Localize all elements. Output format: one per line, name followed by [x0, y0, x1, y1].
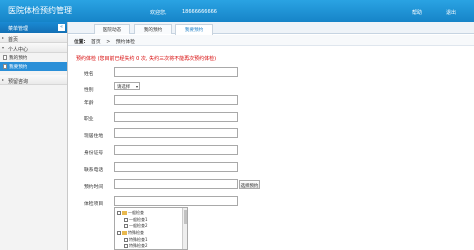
tree-scrollbar[interactable]: [182, 208, 187, 249]
id-number-label: 身份证号: [84, 151, 104, 156]
sidebar-item-label: 我要预约: [9, 65, 28, 70]
sidebar-header: 菜单管理 «: [0, 22, 67, 33]
sidebar-section-personal[interactable]: ▾ 个人中心: [0, 43, 67, 53]
tab-label: 医院动态: [102, 28, 122, 33]
help-link[interactable]: 帮助: [412, 9, 422, 16]
tree-node-label: 一般检查2: [129, 223, 148, 228]
folder-icon: [122, 211, 127, 215]
checkbox-icon[interactable]: [124, 244, 128, 248]
exam-items-tree[interactable]: 一般检查 一般检查1 一般检查2 特殊检查 特殊检查1 特殊检查2: [114, 207, 188, 250]
top-header-bar: 医院体检预约管理 欢迎您, 18666666666 帮助 退出: [0, 0, 474, 22]
chevron-down-icon: ▾: [2, 45, 5, 50]
welcome-text: 欢迎您,: [150, 10, 167, 16]
gender-select[interactable]: 请选择 ▾: [114, 82, 140, 90]
logout-link[interactable]: 退出: [446, 9, 456, 16]
sidebar-section-home[interactable]: ▸ 首页: [0, 33, 67, 43]
contact-label: 联系电话: [84, 168, 104, 173]
tree-node-special-2[interactable]: 特殊检查2: [124, 243, 148, 249]
gender-label: 性别: [84, 88, 94, 93]
app-title: 医院体检预约管理: [8, 6, 72, 15]
missed-appointment-notice: 预约体检 (您目前已经失约 0 次, 失约三次将不能再次预约体检): [76, 56, 217, 62]
tree-node-general[interactable]: 一般检查: [117, 210, 144, 216]
exam-items-label: 体检项目: [84, 202, 104, 207]
sidebar-item-make-appointment[interactable]: 我要预约: [0, 62, 67, 71]
checkbox-icon[interactable]: [117, 211, 121, 215]
document-icon: [3, 55, 7, 60]
address-label: 现居住地: [84, 134, 104, 139]
tree-node-label: 特殊检查: [128, 230, 144, 235]
checkbox-icon[interactable]: [124, 218, 128, 222]
tree-node-general-2[interactable]: 一般检查2: [124, 223, 148, 229]
sidebar-item-label: 我的预约: [9, 56, 28, 61]
job-label: 职业: [84, 117, 94, 122]
select-appointment-button[interactable]: 选择预约: [239, 180, 260, 189]
sidebar: 菜单管理 « ▸ 首页 ▾ 个人中心 我的预约 我要预约 ▸ 预留咨询: [0, 22, 68, 250]
breadcrumb-separator: >: [106, 40, 111, 45]
checkbox-icon[interactable]: [117, 231, 121, 235]
document-icon: [3, 64, 7, 69]
tree-node-label: 特殊检查1: [129, 237, 148, 242]
contact-field[interactable]: [114, 162, 238, 172]
sidebar-section-consult[interactable]: ▸ 预留咨询: [0, 75, 67, 85]
age-label: 年龄: [84, 101, 94, 106]
tab-label: 我的预约: [143, 28, 163, 33]
breadcrumb: 位置: 首页 > 预约体检: [68, 35, 474, 46]
tab-label: 我要预约: [184, 28, 204, 33]
tree-node-label: 一般检查1: [129, 217, 148, 222]
address-field[interactable]: [114, 128, 238, 138]
tree-node-label: 特殊检查2: [129, 243, 148, 248]
sidebar-section-label: 预留咨询: [8, 79, 29, 85]
age-field[interactable]: [114, 95, 238, 105]
sidebar-item-my-appointments[interactable]: 我的预约: [0, 53, 67, 62]
chevron-down-icon: ▾: [135, 84, 138, 89]
tab-bar: 医院动态 我的预约 我要预约: [68, 22, 474, 35]
checkbox-icon[interactable]: [124, 238, 128, 242]
user-phone: 18666666666: [182, 9, 217, 15]
breadcrumb-prefix: 位置:: [74, 40, 86, 45]
job-field[interactable]: [114, 112, 238, 122]
chevron-right-icon: ▸: [2, 35, 5, 40]
collapse-icon[interactable]: «: [58, 24, 65, 31]
breadcrumb-current: 预约体检: [115, 40, 135, 45]
tab-my-appointments[interactable]: 我的预约: [134, 24, 172, 34]
scrollbar-thumb[interactable]: [184, 210, 187, 224]
appointment-time-field[interactable]: [114, 179, 238, 189]
exam-items-field[interactable]: [114, 196, 238, 206]
appointment-time-label: 预约时间: [84, 185, 104, 190]
name-field[interactable]: [114, 67, 238, 77]
gender-select-value: 请选择: [117, 85, 131, 90]
chevron-right-icon: ▸: [2, 77, 5, 82]
name-label: 姓名: [84, 72, 94, 77]
sidebar-title: 菜单管理: [8, 26, 29, 32]
folder-icon: [122, 231, 127, 235]
tree-node-special[interactable]: 特殊检查: [117, 230, 144, 236]
checkbox-icon[interactable]: [124, 224, 128, 228]
tab-make-appointment[interactable]: 我要预约: [175, 24, 213, 35]
id-number-field[interactable]: [114, 145, 238, 155]
tab-hospital-news[interactable]: 医院动态: [94, 24, 130, 34]
tree-node-label: 一般检查: [128, 210, 144, 215]
breadcrumb-home[interactable]: 首页: [91, 40, 101, 45]
